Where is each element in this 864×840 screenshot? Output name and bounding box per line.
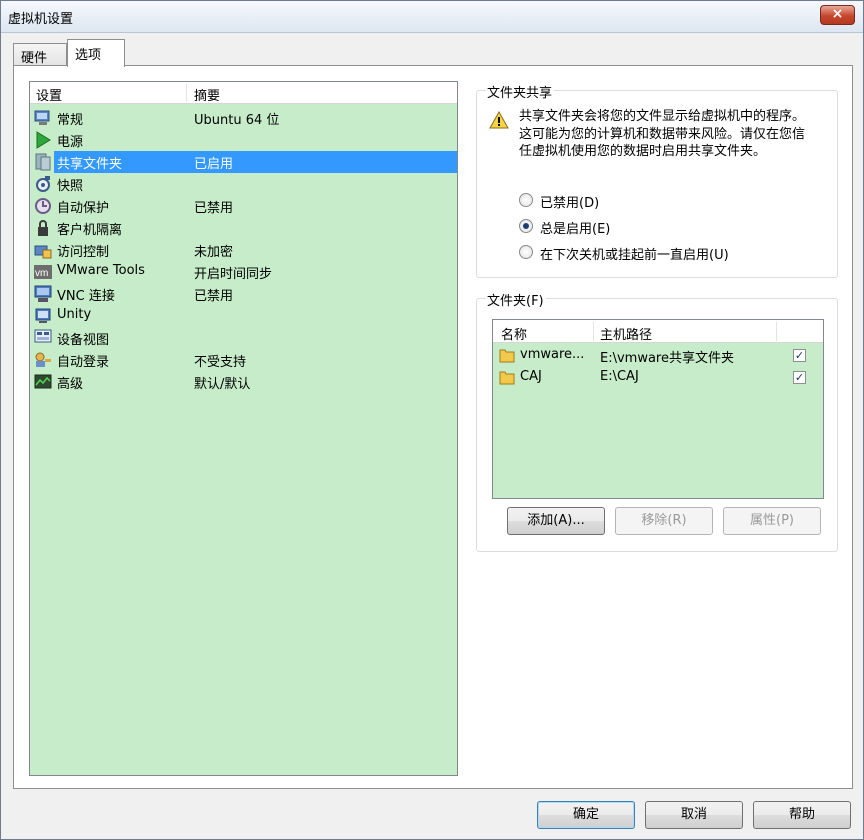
folder-sharing-title: 文件夹共享 <box>485 82 555 101</box>
setting-name: 自动保护 <box>57 201 110 216</box>
add-folder-button[interactable]: 添加(A)... <box>507 507 605 535</box>
folders-title: 文件夹(F) <box>485 290 546 309</box>
snapshot-icon <box>36 176 50 192</box>
warning-icon <box>489 111 509 129</box>
column-header-summary[interactable]: 摘要 <box>194 85 220 104</box>
cancel-button[interactable]: 取消 <box>645 801 743 829</box>
setting-summary: 已禁用 <box>194 289 234 304</box>
options-panel: 设置 摘要 常规 Ubuntu 64 位 电源 共享文件夹 已启用 快照 自动保… <box>13 65 853 789</box>
setting-summary: Ubuntu 64 位 <box>194 113 280 128</box>
setting-name: 高级 <box>57 377 84 392</box>
vmware-tools-icon: vm <box>34 265 52 279</box>
list-item[interactable]: 设备视图 <box>30 327 457 349</box>
folder-name: CAJ <box>520 369 542 384</box>
setting-name: 客户机隔离 <box>57 223 123 238</box>
folder-enabled-checkbox[interactable]: ✓ <box>793 371 806 384</box>
list-item[interactable]: Unity <box>30 305 457 327</box>
list-item[interactable]: vm VMware Tools 开启时间同步 <box>30 261 457 283</box>
help-button[interactable]: 帮助 <box>753 801 851 829</box>
setting-name: 设备视图 <box>57 333 110 348</box>
general-icon <box>34 110 50 125</box>
autoprotect-icon <box>35 198 51 214</box>
column-separator[interactable] <box>186 84 187 102</box>
folder-host-path: E:\vmware共享文件夹 <box>600 351 734 366</box>
unity-icon <box>35 308 51 323</box>
folder-sharing-group: 文件夹共享 共享文件夹会将您的文件显示给虚拟机中的程序。这可能为您的计算机和数据… <box>476 82 838 278</box>
settings-list-header: 设置 摘要 <box>30 82 457 104</box>
radio-button[interactable] <box>519 219 533 233</box>
radio-button[interactable] <box>519 245 533 259</box>
list-item[interactable]: 客户机隔离 <box>30 217 457 239</box>
setting-summary: 已禁用 <box>194 201 234 216</box>
folder-enabled-checkbox[interactable]: ✓ <box>793 349 806 362</box>
list-item[interactable]: 自动保护 已禁用 <box>30 195 457 217</box>
setting-name: 电源 <box>57 135 84 150</box>
folder-icon <box>499 349 515 363</box>
setting-summary: 默认/默认 <box>194 377 251 392</box>
title-bar: 虚拟机设置 × <box>1 1 863 33</box>
folder-name: vmware... <box>520 347 585 362</box>
setting-name: VNC 连接 <box>57 289 115 304</box>
list-item[interactable]: VNC 连接 已禁用 <box>30 283 457 305</box>
autologin-icon <box>35 352 51 367</box>
list-item[interactable]: 电源 <box>30 129 457 151</box>
radio-label: 总是启用(E) <box>540 222 611 237</box>
column-header-host-path[interactable]: 主机路径 <box>600 324 652 343</box>
setting-name: 快照 <box>57 179 84 194</box>
folder-host-path: E:\CAJ <box>600 369 639 384</box>
list-item[interactable]: 高级 默认/默认 <box>30 371 457 393</box>
tab-options[interactable]: 选项 <box>67 39 125 67</box>
tab-hardware[interactable]: 硬件 <box>13 43 67 66</box>
radio-label: 在下次关机或挂起前一直启用(U) <box>540 248 729 263</box>
window-title: 虚拟机设置 <box>8 12 74 27</box>
setting-name: VMware Tools <box>57 263 145 278</box>
column-separator[interactable] <box>776 322 777 341</box>
folders-table: 名称 主机路径 vmware... E:\vmware共享文件夹 ✓ CAJ E… <box>492 319 824 499</box>
folder-properties-button[interactable]: 属性(P) <box>723 507 821 535</box>
remove-folder-button[interactable]: 移除(R) <box>615 507 713 535</box>
list-item[interactable]: 自动登录 不受支持 <box>30 349 457 371</box>
svg-text:vm: vm <box>35 268 48 279</box>
setting-summary: 开启时间同步 <box>194 267 273 282</box>
setting-summary: 未加密 <box>194 245 234 260</box>
access-control-icon <box>34 245 52 259</box>
folders-group: 文件夹(F) 名称 主机路径 vmware... E:\vmware共享文件夹 … <box>476 290 838 552</box>
close-button[interactable]: × <box>820 5 855 25</box>
list-item[interactable]: 常规 Ubuntu 64 位 <box>30 107 457 129</box>
device-view-icon <box>34 329 52 343</box>
power-icon <box>36 131 51 149</box>
list-item[interactable]: 共享文件夹 已启用 <box>30 151 457 173</box>
column-separator[interactable] <box>593 322 594 341</box>
settings-list: 设置 摘要 常规 Ubuntu 64 位 电源 共享文件夹 已启用 快照 自动保… <box>29 81 458 776</box>
vnc-icon <box>34 285 52 302</box>
advanced-icon <box>34 374 52 389</box>
column-header-setting[interactable]: 设置 <box>36 85 62 104</box>
setting-summary: 已启用 <box>194 157 234 172</box>
radio-button[interactable] <box>519 193 533 207</box>
folder-icon <box>499 371 515 385</box>
column-header-name[interactable]: 名称 <box>501 324 527 343</box>
list-item[interactable]: 访问控制 未加密 <box>30 239 457 261</box>
folders-table-header: 名称 主机路径 <box>493 320 823 343</box>
shared-folder-icon <box>35 153 51 171</box>
ok-button[interactable]: 确定 <box>537 801 635 829</box>
setting-name: 共享文件夹 <box>57 157 123 172</box>
setting-name: 常规 <box>57 113 84 128</box>
settings-window: 虚拟机设置 × 硬件 选项 设置 摘要 常规 Ubuntu 64 位 电源 共享… <box>0 0 864 840</box>
setting-summary: 不受支持 <box>194 355 247 370</box>
table-row[interactable]: vmware... E:\vmware共享文件夹 ✓ <box>493 344 823 366</box>
setting-name: Unity <box>57 307 92 322</box>
list-item[interactable]: 快照 <box>30 173 457 195</box>
settings-rows: 常规Ubuntu 64 位 电源 共享文件夹已启用 快照 自动保护已禁用 <box>30 107 457 393</box>
warning-text: 共享文件夹会将您的文件显示给虚拟机中的程序。这可能为您的计算机和数据带来风险。请… <box>519 109 806 159</box>
radio-label: 已禁用(D) <box>540 196 600 211</box>
setting-name: 访问控制 <box>57 245 110 260</box>
isolation-icon <box>38 220 48 236</box>
table-row[interactable]: CAJ E:\CAJ ✓ <box>493 366 823 388</box>
setting-name: 自动登录 <box>57 355 110 370</box>
